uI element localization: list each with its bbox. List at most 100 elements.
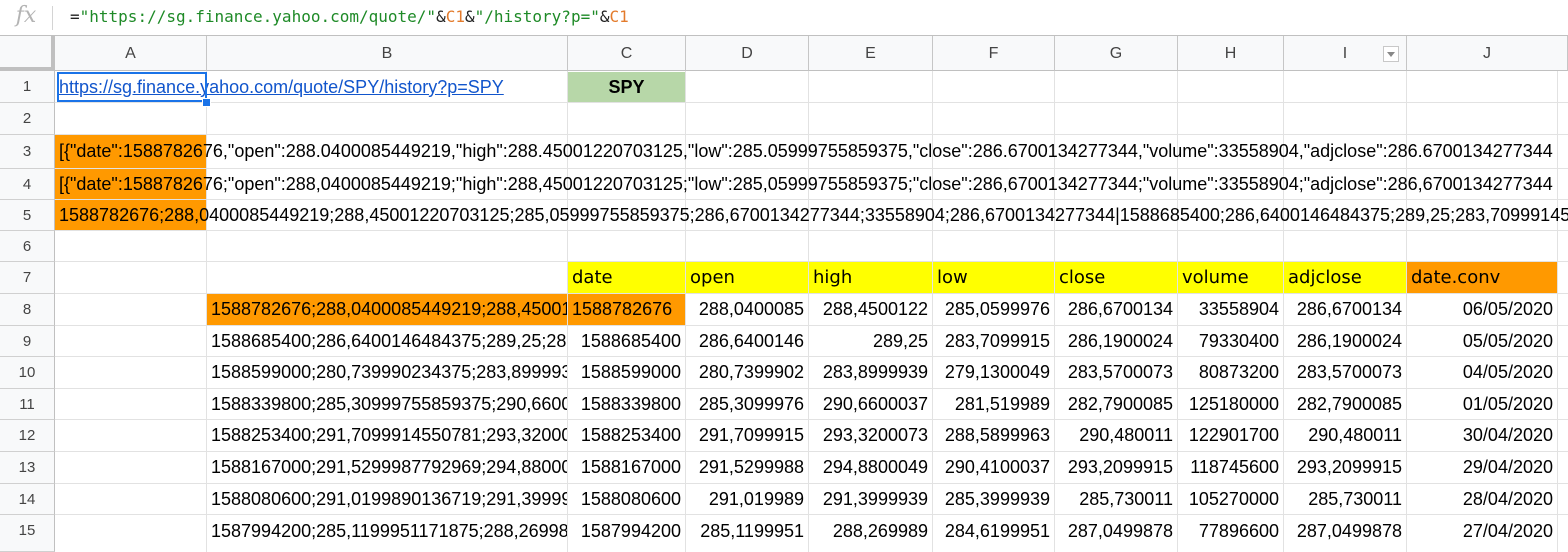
cell-adjclose[interactable]: 285,730011 — [1284, 484, 1406, 514]
column-header-a[interactable]: A — [55, 36, 207, 71]
cell-open[interactable]: 280,7399902 — [686, 357, 808, 388]
cell-date[interactable]: 1588080600 — [568, 484, 685, 514]
cell-high[interactable]: 293,3200073 — [809, 420, 932, 451]
row-header-10[interactable]: 10 — [0, 357, 55, 389]
cell-low[interactable]: 283,7099915 — [933, 326, 1054, 356]
cell-volume[interactable]: 105270000 — [1178, 484, 1283, 514]
cell-raw[interactable]: 1588339800;285,30999755859375;290,660003… — [207, 389, 567, 419]
cell-raw[interactable]: 1588080600;291,0199890136719;291,3999938… — [207, 484, 567, 514]
cell-low[interactable]: 285,3999939 — [933, 484, 1054, 514]
cell-volume[interactable]: 118745600 — [1178, 452, 1283, 483]
formula-bar[interactable]: fx ="https://sg.finance.yahoo.com/quote/… — [0, 0, 1568, 36]
cell-raw[interactable]: 1588685400;286,6400146484375;289,25;283,… — [207, 326, 567, 356]
cell-volume[interactable]: 33558904 — [1178, 294, 1283, 325]
cell-date[interactable]: 1588339800 — [568, 389, 685, 419]
cell-volume[interactable]: 125180000 — [1178, 389, 1283, 419]
cell-high[interactable]: 290,6600037 — [809, 389, 932, 419]
cell-raw[interactable]: 1588782676;288,0400085449219;288,4500122… — [207, 294, 567, 325]
column-header-f[interactable]: F — [933, 36, 1055, 71]
row-header-2[interactable]: 2 — [0, 103, 55, 135]
cell-volume[interactable]: 77896600 — [1178, 515, 1283, 547]
cell-low[interactable]: 284,6199951 — [933, 515, 1054, 547]
cell-high[interactable]: 283,8999939 — [809, 357, 932, 388]
cell-a1[interactable]: https://sg.finance.yahoo.com/quote/SPY/h… — [55, 71, 567, 103]
cell-date[interactable]: 1588253400 — [568, 420, 685, 451]
cell-date-conv[interactable]: 30/04/2020 — [1407, 420, 1557, 451]
cell-low[interactable]: 290,4100037 — [933, 452, 1054, 483]
row-header-3[interactable]: 3 — [0, 135, 55, 169]
column-header-e[interactable]: E — [809, 36, 933, 71]
cell-low[interactable]: 281,519989 — [933, 389, 1054, 419]
cell-date[interactable]: 1588599000 — [568, 357, 685, 388]
cell-date-conv[interactable]: 06/05/2020 — [1407, 294, 1557, 325]
column-header-j[interactable]: J — [1407, 36, 1568, 71]
cell-date-conv[interactable]: 29/04/2020 — [1407, 452, 1557, 483]
cell-volume[interactable]: 79330400 — [1178, 326, 1283, 356]
column-header-b[interactable]: B — [207, 36, 568, 71]
cell-raw[interactable]: 1588167000;291,5299987792969;294,8800048… — [207, 452, 567, 483]
header-close[interactable]: close — [1055, 262, 1177, 293]
row-header-4[interactable]: 4 — [0, 169, 55, 200]
header-date[interactable]: date — [568, 262, 685, 293]
cell-adjclose[interactable]: 286,1900024 — [1284, 326, 1406, 356]
column-header-g[interactable]: G — [1055, 36, 1178, 71]
cell-high[interactable]: 291,3999939 — [809, 484, 932, 514]
row-header-5[interactable]: 5 — [0, 200, 55, 231]
cell-volume[interactable]: 122901700 — [1178, 420, 1283, 451]
header-open[interactable]: open — [686, 262, 808, 293]
header-high[interactable]: high — [809, 262, 932, 293]
cell-date-conv[interactable]: 04/05/2020 — [1407, 357, 1557, 388]
cell-low[interactable]: 288,5899963 — [933, 420, 1054, 451]
cell-c1[interactable]: SPY — [568, 72, 685, 102]
header-volume[interactable]: volume — [1178, 262, 1283, 293]
cell-open[interactable]: 286,6400146 — [686, 326, 808, 356]
row-header-14[interactable]: 14 — [0, 484, 55, 515]
cell-high[interactable]: 294,8800049 — [809, 452, 932, 483]
formula-text[interactable]: ="https://sg.finance.yahoo.com/quote/"&C… — [70, 0, 629, 35]
column-header-d[interactable]: D — [686, 36, 809, 71]
cell-high[interactable]: 288,4500122 — [809, 294, 932, 325]
cell-date[interactable]: 1588782676 — [568, 294, 685, 325]
fill-handle[interactable] — [202, 98, 211, 107]
cell-open[interactable]: 288,0400085 — [686, 294, 808, 325]
cell-adjclose[interactable]: 282,7900085 — [1284, 389, 1406, 419]
row-header-6[interactable]: 6 — [0, 231, 55, 262]
cell-adjclose[interactable]: 293,2099915 — [1284, 452, 1406, 483]
cell-raw[interactable]: 1588599000;280,739990234375;283,89999389… — [207, 357, 567, 388]
header-date-conv[interactable]: date.conv — [1407, 262, 1557, 293]
row-header-12[interactable]: 12 — [0, 420, 55, 452]
cell-close[interactable]: 282,7900085 — [1055, 389, 1177, 419]
cell-high[interactable]: 288,269989 — [809, 515, 932, 547]
cell-high[interactable]: 289,25 — [809, 326, 932, 356]
cell-adjclose[interactable]: 283,5700073 — [1284, 357, 1406, 388]
column-header-h[interactable]: H — [1178, 36, 1284, 71]
cell-close[interactable]: 287,0499878 — [1055, 515, 1177, 547]
cell-date-conv[interactable]: 01/05/2020 — [1407, 389, 1557, 419]
cell-open[interactable]: 291,5299988 — [686, 452, 808, 483]
cell-volume[interactable]: 80873200 — [1178, 357, 1283, 388]
cell-close[interactable]: 286,6700134 — [1055, 294, 1177, 325]
row-header-13[interactable]: 13 — [0, 452, 55, 484]
cell-date[interactable]: 1587994200 — [568, 515, 685, 547]
cell-close[interactable]: 293,2099915 — [1055, 452, 1177, 483]
cell-date-conv[interactable]: 05/05/2020 — [1407, 326, 1557, 356]
cell-date[interactable]: 1588167000 — [568, 452, 685, 483]
cell-date-conv[interactable]: 28/04/2020 — [1407, 484, 1557, 514]
cell-raw[interactable]: 1587994200;285,1199951171875;288,2699890… — [207, 515, 567, 547]
cell-close[interactable]: 283,5700073 — [1055, 357, 1177, 388]
cell-date[interactable]: 1588685400 — [568, 326, 685, 356]
row-header-9[interactable]: 9 — [0, 326, 55, 357]
row-header-1[interactable]: 1 — [0, 71, 55, 103]
cell-a3[interactable]: [{"date":1588782676,"open":288.040008544… — [55, 135, 1568, 168]
select-all-corner[interactable] — [0, 36, 55, 71]
row-header-7[interactable]: 7 — [0, 262, 55, 294]
cell-open[interactable]: 285,3099976 — [686, 389, 808, 419]
cell-raw[interactable]: 1588253400;291,7099914550781;293,3200073… — [207, 420, 567, 451]
filter-dropdown-icon[interactable] — [1383, 46, 1399, 62]
header-low[interactable]: low — [933, 262, 1054, 293]
cell-close[interactable]: 286,1900024 — [1055, 326, 1177, 356]
cell-adjclose[interactable]: 286,6700134 — [1284, 294, 1406, 325]
cell-low[interactable]: 279,1300049 — [933, 357, 1054, 388]
url-link[interactable]: https://sg.finance.yahoo.com/quote/SPY/h… — [59, 77, 504, 98]
row-header-8[interactable]: 8 — [0, 294, 55, 326]
